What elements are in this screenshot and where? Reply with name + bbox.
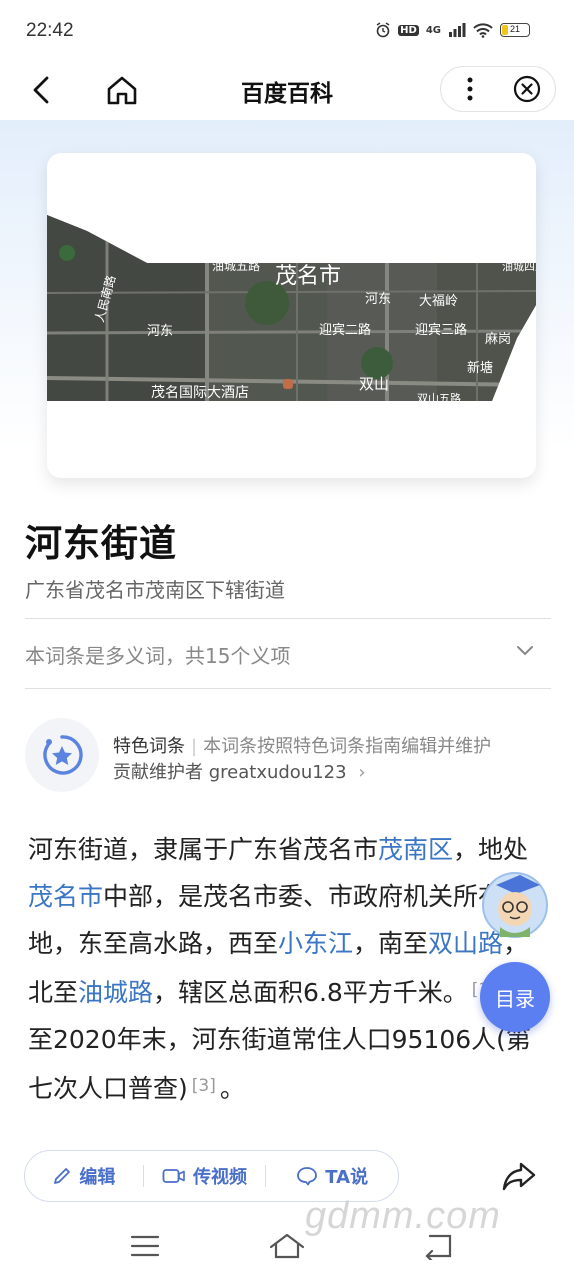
map-label: 双山五路: [417, 392, 461, 405]
toc-button[interactable]: 目录: [480, 962, 550, 1032]
entry-title: 河东街道: [25, 522, 177, 565]
link-maoming-city[interactable]: 茂名市: [28, 882, 103, 911]
divider: [25, 618, 551, 619]
chevron-down-icon: [517, 646, 533, 656]
wifi-icon: [473, 22, 493, 38]
link-youcheng-road[interactable]: 油城路: [78, 978, 153, 1007]
featured-description: 本词条按照特色词条指南编辑并维护: [203, 736, 492, 757]
close-icon: [513, 75, 540, 103]
map-label: 新塘: [467, 360, 493, 376]
citation-3[interactable]: [3]: [192, 1076, 216, 1096]
map-label: 迎宾二路: [319, 322, 371, 338]
upload-video-button[interactable]: 传视频: [144, 1150, 266, 1202]
signal-icon: [449, 23, 466, 37]
polysemy-text: 本词条是多义词，共15个义项: [25, 644, 291, 668]
summary-text: 。: [219, 1074, 245, 1103]
menu-icon[interactable]: [130, 1234, 160, 1258]
polysemy-selector[interactable]: 本词条是多义词，共15个义项: [25, 640, 535, 670]
system-nav-bar: [0, 1214, 574, 1280]
summary-paragraph: 河东街道，隶属于广东省茂名市茂南区，地处茂名市中部，是茂名市委、市政府机关所在地…: [28, 826, 536, 1112]
status-bar: 22:42 HD 4G 21: [0, 0, 574, 62]
featured-entry-banner[interactable]: 特色词条 | 本词条按照特色词条指南编辑并维护 贡献维护者 greatxudou12…: [25, 718, 555, 794]
top-nav: 百度百科: [0, 62, 574, 120]
map-label: 油城四路: [502, 259, 536, 273]
star-badge-icon: [43, 735, 83, 775]
hero-image-card[interactable]: 油城五路 茂名市 河东 大福岭 迎宾二路 迎宾三路 河东 麻岗 新塘 茂名国际大…: [47, 153, 536, 478]
system-home-icon[interactable]: [268, 1232, 306, 1260]
more-button[interactable]: [441, 66, 498, 112]
map-label: 双山: [359, 375, 389, 393]
chevron-right-icon: ›: [358, 762, 366, 783]
network-label: 4G: [425, 24, 441, 36]
summary-text: ，辖区总面积6.8平方千米。: [153, 978, 468, 1007]
link-xiaodongjiang[interactable]: 小东江: [278, 929, 353, 958]
divider: [25, 688, 551, 689]
assistant-avatar-icon[interactable]: [480, 867, 550, 939]
summary-text: 河东街道，隶属于广东省茂名市: [28, 835, 379, 864]
entry-subtitle: 广东省茂名市茂南区下辖街道: [25, 578, 285, 602]
video-icon: [162, 1169, 185, 1183]
upload-video-label: 传视频: [193, 1167, 248, 1188]
edit-label: 编辑: [79, 1167, 116, 1188]
map-label: 迎宾三路: [415, 322, 467, 338]
close-button[interactable]: [498, 66, 555, 112]
map-label: 油城五路: [212, 258, 260, 273]
edit-button[interactable]: 编辑: [25, 1150, 143, 1202]
map-label: 河东: [147, 324, 173, 339]
map-label: 大福岭: [419, 294, 458, 309]
featured-separator: |: [191, 736, 198, 757]
ta-comment-label: TA说: [325, 1167, 369, 1188]
more-icon: [467, 77, 472, 101]
maintainer-line[interactable]: 贡献维护者 greatxudou123 ›: [113, 758, 366, 784]
featured-badge: [25, 718, 99, 792]
chat-bubble-icon: [297, 1167, 318, 1186]
battery-level: 21: [509, 24, 520, 34]
status-icons: HD 4G 21: [375, 22, 530, 38]
battery-indicator: 21: [500, 23, 530, 37]
map-label: 茂名市: [275, 264, 341, 289]
maintainer-text: 贡献维护者 greatxudou123: [113, 762, 347, 783]
link-maonan-district[interactable]: 茂南区: [378, 835, 453, 864]
map-label: 河东: [365, 292, 391, 307]
map-image: 油城五路 茂名市 河东 大福岭 迎宾二路 迎宾三路 河东 麻岗 新塘 茂名国际大…: [47, 215, 536, 405]
share-icon[interactable]: [500, 1158, 538, 1194]
featured-line: 特色词条 | 本词条按照特色词条指南编辑并维护: [113, 732, 491, 758]
hd-badge: HD: [398, 24, 419, 36]
mini-capsule: [440, 66, 556, 112]
status-time: 22:42: [26, 20, 74, 41]
featured-tag: 特色词条: [113, 736, 185, 757]
pencil-icon: [54, 1168, 71, 1184]
map-label: 茂名国际大酒店: [151, 384, 249, 401]
summary-text: ，南至: [353, 929, 429, 958]
summary-text: ，地处: [453, 835, 529, 864]
map-label: 麻岗: [485, 332, 511, 347]
alarm-icon: [376, 22, 390, 38]
system-back-icon[interactable]: [422, 1232, 454, 1260]
